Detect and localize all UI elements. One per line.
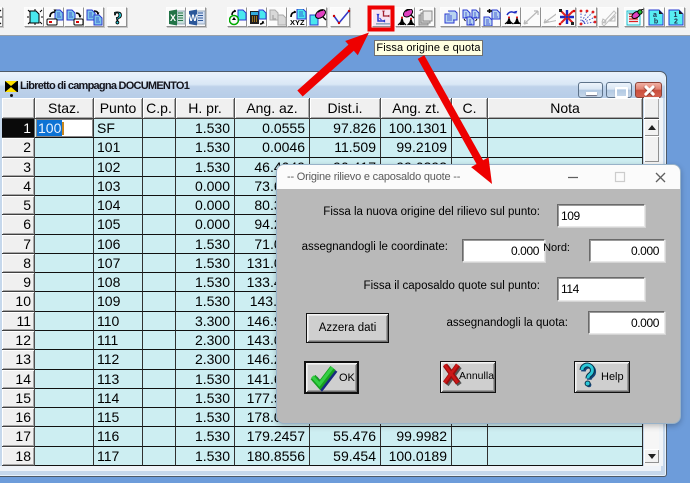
svg-text:b: b (654, 19, 658, 26)
svg-text:X: X (170, 13, 176, 23)
svg-text:Help: Help (601, 371, 624, 383)
svg-text:2: 2 (674, 19, 678, 26)
svg-text:OK: OK (339, 372, 356, 384)
svg-text:XYZ: XYZ (290, 18, 305, 26)
svg-text:Annulla: Annulla (459, 370, 494, 382)
svg-text:W: W (189, 13, 198, 23)
svg-text:?: ? (114, 9, 123, 26)
